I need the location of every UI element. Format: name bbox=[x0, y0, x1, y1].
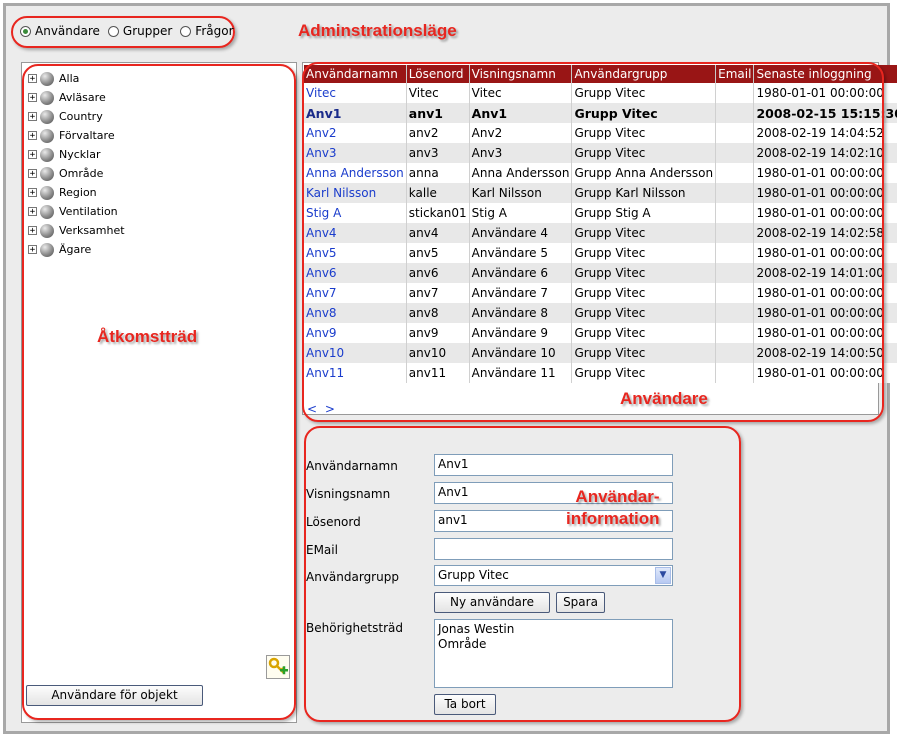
info-annotation-line1: Användar- bbox=[575, 487, 660, 506]
form-highlight bbox=[304, 426, 741, 722]
mode-radio-2[interactable] bbox=[180, 25, 192, 37]
mode-selector: Användare Grupper Frågor bbox=[20, 24, 238, 38]
users-highlight bbox=[302, 62, 884, 422]
mode-annotation: Adminstrationsläge bbox=[298, 21, 457, 40]
mode-radio-0[interactable] bbox=[20, 25, 31, 37]
mode-radio-1[interactable] bbox=[107, 25, 119, 37]
mode-radio-label[interactable]: Användare bbox=[35, 24, 100, 38]
tree-annotation: Åtkomstträd bbox=[97, 327, 198, 346]
mode-radio-label[interactable]: Grupper bbox=[123, 24, 172, 38]
users-annotation: Användare bbox=[620, 389, 708, 408]
info-annotation: Användar- information bbox=[566, 486, 660, 530]
info-annotation-line2: information bbox=[566, 509, 660, 528]
mode-radio-label[interactable]: Frågor bbox=[195, 24, 233, 38]
tree-highlight bbox=[22, 64, 296, 720]
